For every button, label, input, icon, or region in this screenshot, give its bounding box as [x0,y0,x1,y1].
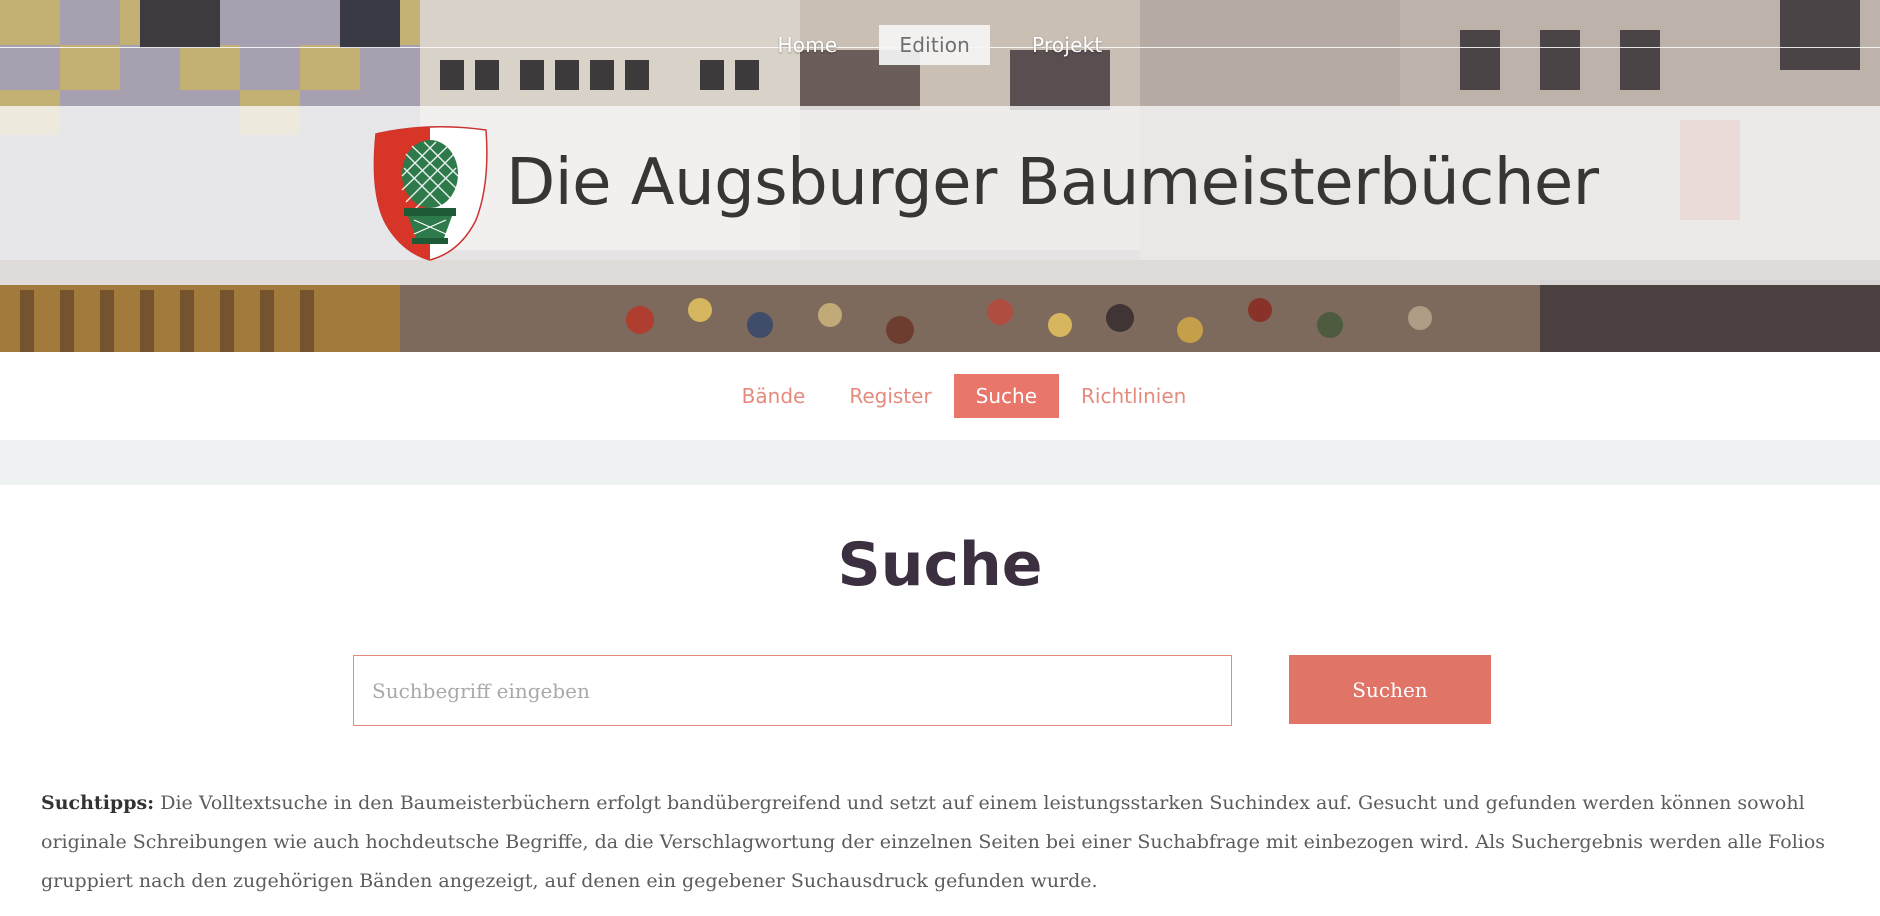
search-button[interactable]: Suchen [1289,655,1491,724]
subnav-items: Bände Register Suche Richtlinien [720,374,1209,418]
section-divider-strip [0,440,1880,485]
augsburg-coat-of-arms-icon[interactable] [368,124,493,264]
page-title: Suche [837,530,1043,600]
top-nav-projekt[interactable]: Projekt [1012,25,1122,65]
subnav-register[interactable]: Register [827,374,953,418]
subnav-baende[interactable]: Bände [720,374,828,418]
search-input[interactable] [353,655,1232,726]
subnav-richtlinien[interactable]: Richtlinien [1059,374,1208,418]
top-navigation: Home Edition Projekt [0,25,1880,65]
search-tips-text: Die Volltextsuche in den Baumeisterbüche… [41,792,1826,892]
search-tips: Suchtipps: Die Volltextsuche in den Baum… [41,784,1841,901]
subnav-suche[interactable]: Suche [953,374,1060,418]
site-title[interactable]: Die Augsburger Baumeisterbücher [506,146,1599,220]
search-tips-label: Suchtipps: [41,792,155,814]
edition-subnavigation: Bände Register Suche Richtlinien [0,352,1880,440]
hero-banner: Home Edition Projekt Die Augsburger Baum… [0,0,1880,352]
top-nav-edition[interactable]: Edition [879,25,991,65]
top-nav-home[interactable]: Home [758,25,858,65]
